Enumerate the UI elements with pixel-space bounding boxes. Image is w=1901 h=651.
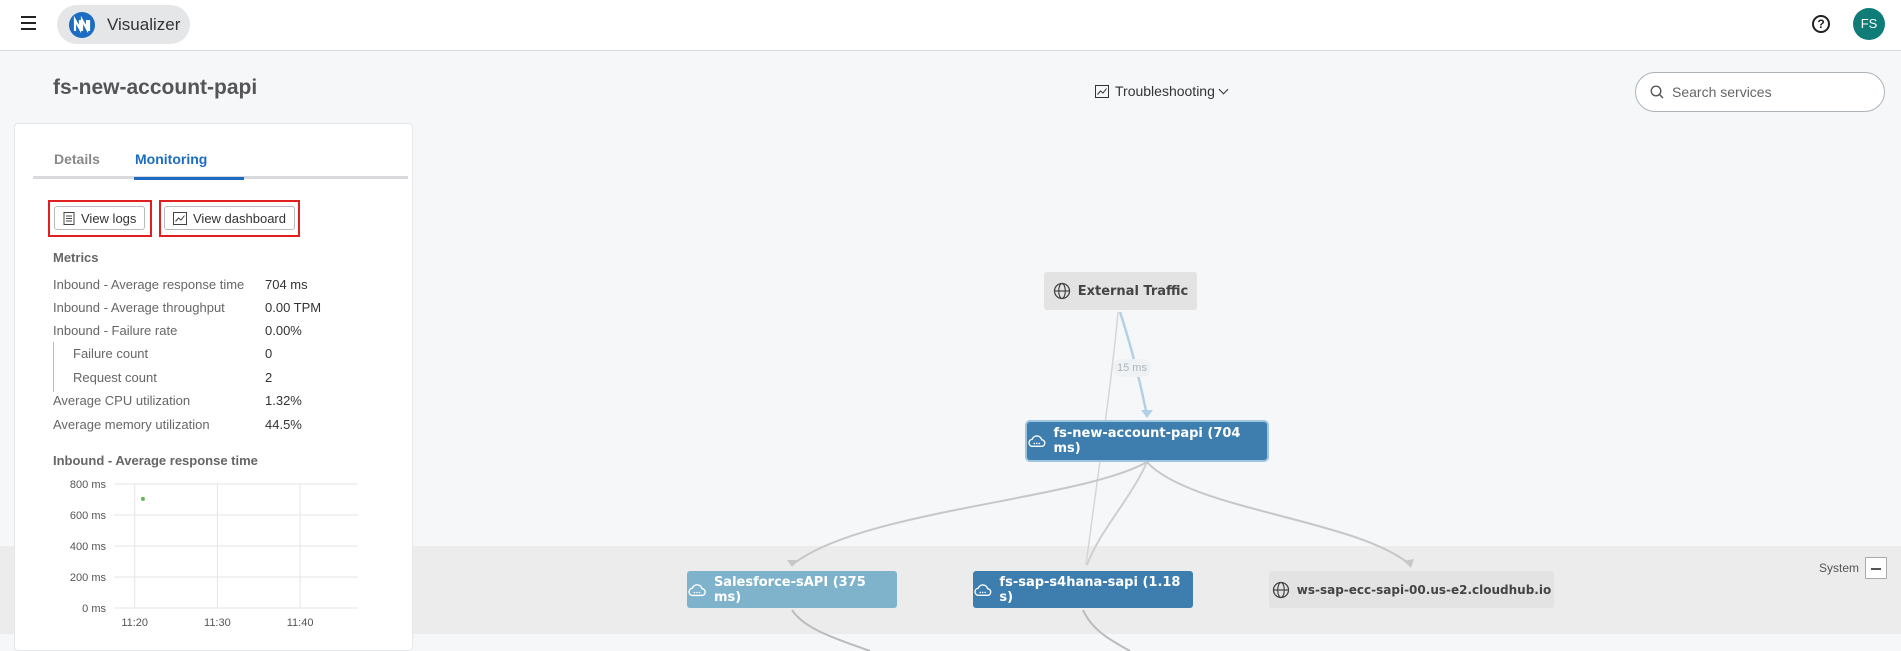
edge-s4hana-down [1082,609,1131,651]
chart-heading: Inbound - Average response time [53,453,258,468]
node-ws-sap-ecc-sapi[interactable]: ws-sap-ecc-sapi-00.us-e2.cloudhub.io [1269,571,1554,608]
tab-details[interactable]: Details [54,151,100,167]
metric-label: Request count [73,370,157,385]
node-fs-new-account-papi[interactable]: fs-new-account-papi (704 ms) [1027,422,1267,460]
y-tick-label: 0 ms [82,603,106,615]
node-label: ws-sap-ecc-sapi-00.us-e2.cloudhub.io [1296,582,1552,597]
cloud-icon [974,583,992,596]
globe-icon [1053,282,1070,300]
metric-value: 44.5% [265,417,302,432]
node-label: fs-sap-s4hana-sapi (1.18 s) [999,574,1181,605]
view-dashboard-label: View dashboard [193,210,286,226]
edge-salesforce-down [791,609,871,651]
edge-latency-label: 15 ms [1113,359,1151,377]
cloud-icon [1028,435,1046,448]
x-tick-label: 11:20 [121,617,148,629]
y-tick-label: 200 ms [70,572,107,584]
metric-value: 0.00 TPM [265,300,322,315]
edge-main-s4hana [1086,461,1148,566]
response-time-chart: 800 ms 600 ms 400 ms 200 ms 0 ms 11:20 11:30 11… [70,479,358,629]
view-logs-button[interactable]: View logs [54,206,146,230]
metric-label: Inbound - Average throughput [53,300,225,315]
metric-label: Average memory utilization [53,417,210,432]
data-point [140,496,145,501]
tab-monitoring[interactable]: Monitoring [135,151,207,167]
active-tab-indicator [134,177,244,180]
metric-label: Average CPU utilization [53,393,191,408]
node-fs-sap-s4hana-sapi[interactable]: fs-sap-s4hana-sapi (1.18 s) [973,571,1193,608]
x-tick-label: 11:30 [204,617,231,629]
metrics-heading: Metrics [53,250,99,265]
y-tick-label: 800 ms [70,479,107,491]
dashboard-icon [173,211,187,225]
edge-main-ws [1146,461,1411,566]
view-logs-label: View logs [81,210,137,226]
metric-value: 0 [265,346,273,361]
sub-metric-rail [53,342,54,392]
metric-value: 0.00% [265,323,302,338]
node-external-traffic[interactable]: External Traffic [1044,272,1197,310]
document-icon [63,211,75,225]
node-label: Salesforce-sAPI (375 ms) [713,574,866,605]
metric-value: 1.32% [265,393,302,408]
cloud-icon [688,583,706,596]
node-salesforce-sapi[interactable]: Salesforce-sAPI (375 ms) [687,571,897,608]
globe-icon [1272,581,1289,598]
panel-tabs: Details Monitoring [33,146,408,180]
y-tick-label: 400 ms [70,541,107,553]
x-tick-label: 11:40 [287,617,314,629]
node-label: External Traffic [1077,283,1189,299]
metric-label: Inbound - Average response time [53,277,245,292]
metric-value: 2 [265,370,273,385]
view-dashboard-button[interactable]: View dashboard [164,206,295,230]
edge-arrow-main [1141,410,1153,418]
metric-label: Failure count [73,346,149,361]
metric-label: Inbound - Failure rate [53,323,178,338]
metric-value: 704 ms [265,277,308,292]
node-label: fs-new-account-papi (704 ms) [1053,426,1241,456]
y-tick-label: 600 ms [70,510,107,522]
